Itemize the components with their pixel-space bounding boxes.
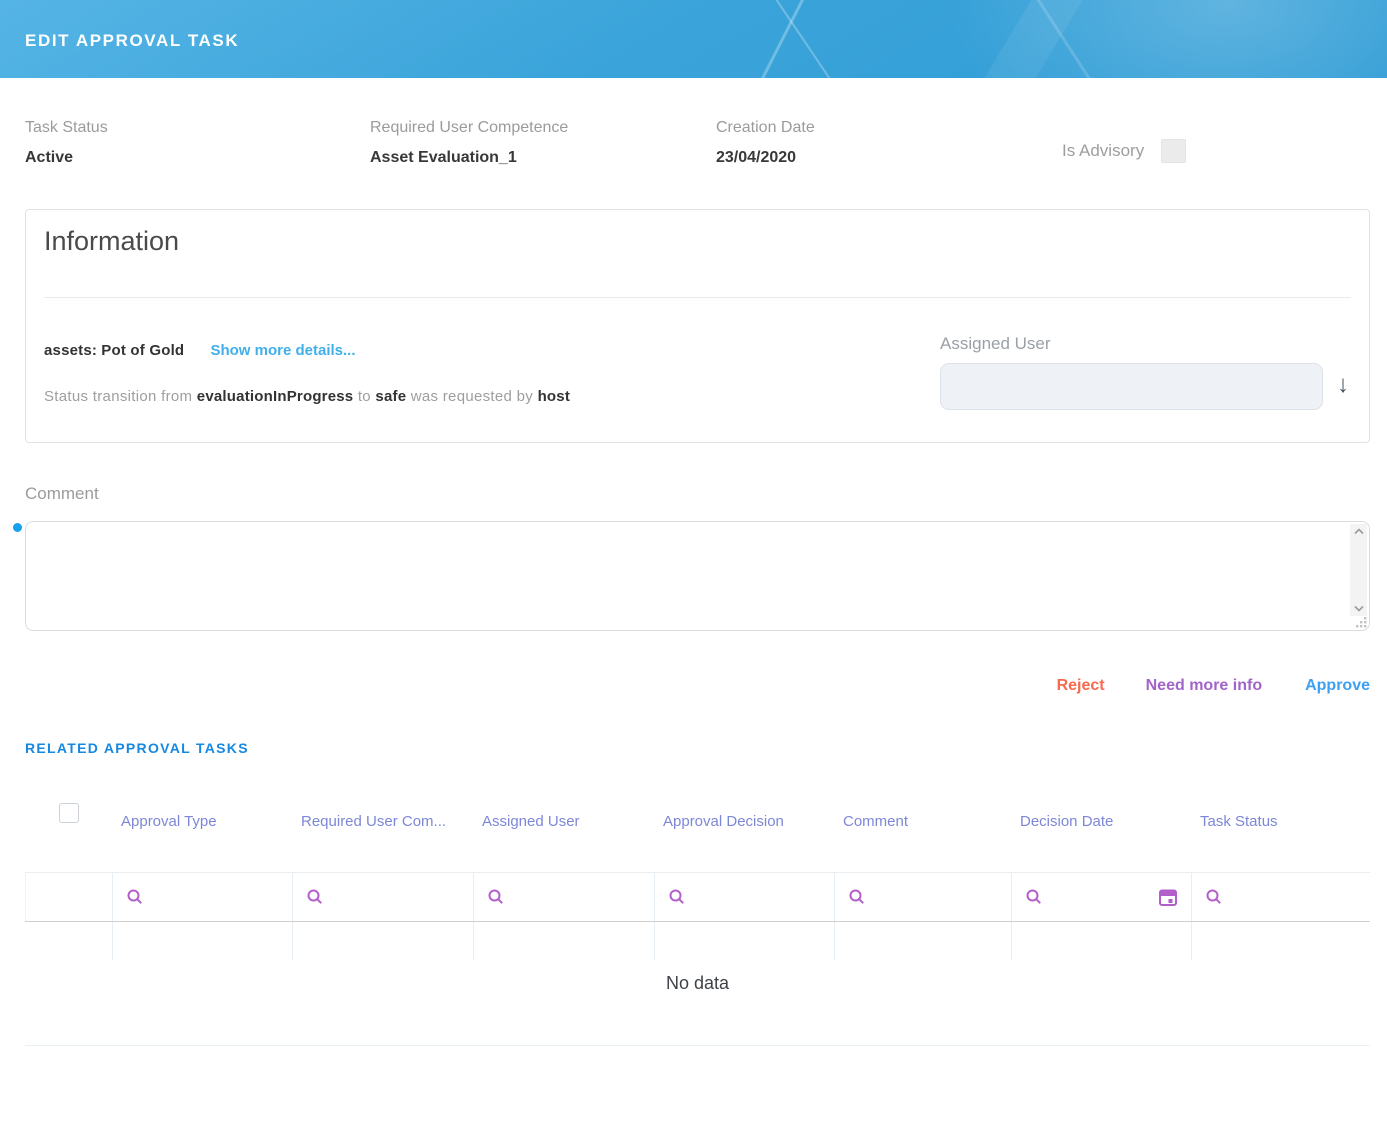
need-more-info-button[interactable]: Need more info bbox=[1146, 677, 1262, 695]
approve-button[interactable]: Approve bbox=[1305, 677, 1370, 695]
assets-value: Pot of Gold bbox=[101, 342, 184, 359]
creation-date-value: 23/04/2020 bbox=[716, 148, 1062, 167]
comment-label: Comment bbox=[25, 484, 99, 504]
transition-part1: Status transition from bbox=[44, 388, 192, 405]
dropdown-arrow-icon[interactable]: ↓ bbox=[1337, 370, 1349, 400]
related-tasks-grid: Approval Type Required User Com... Assig… bbox=[25, 795, 1370, 1046]
column-header-required-user-competence[interactable]: Required User Com... bbox=[292, 795, 473, 872]
information-divider bbox=[44, 297, 1351, 298]
assigned-user-input[interactable] bbox=[940, 363, 1323, 410]
related-approval-tasks-title: RELATED APPROVAL TASKS bbox=[25, 740, 249, 756]
resize-grip-icon[interactable] bbox=[1355, 616, 1367, 628]
comment-textarea[interactable] bbox=[25, 521, 1370, 631]
search-icon bbox=[848, 888, 866, 906]
creation-date-field: Creation Date 23/04/2020 bbox=[716, 118, 1062, 167]
transition-part3: was requested by bbox=[411, 388, 533, 405]
column-divider bbox=[834, 922, 835, 960]
task-status-label: Task Status bbox=[25, 118, 370, 137]
column-divider bbox=[1191, 922, 1192, 960]
title-bar: EDIT APPROVAL TASK bbox=[0, 0, 1387, 78]
page-title: EDIT APPROVAL TASK bbox=[25, 31, 239, 51]
information-panel: Information assets: Pot of Gold Show mor… bbox=[25, 209, 1370, 443]
grid-filter-row bbox=[25, 872, 1370, 922]
assets-line: assets: Pot of Gold Show more details... bbox=[44, 342, 356, 359]
task-status-field: Task Status Active bbox=[25, 118, 370, 167]
validation-dot-indicator bbox=[13, 523, 22, 532]
creation-date-label: Creation Date bbox=[716, 118, 1062, 137]
required-user-competence-field: Required User Competence Asset Evaluatio… bbox=[370, 118, 716, 167]
scroll-down-icon[interactable] bbox=[1353, 605, 1365, 613]
column-divider bbox=[473, 922, 474, 960]
column-header-comment[interactable]: Comment bbox=[834, 795, 1011, 872]
task-meta-row: Task Status Active Required User Compete… bbox=[25, 118, 1370, 167]
column-divider bbox=[654, 922, 655, 960]
action-button-row: Reject Need more info Approve bbox=[1057, 677, 1370, 695]
task-status-value: Active bbox=[25, 148, 370, 167]
show-more-details-link[interactable]: Show more details... bbox=[210, 342, 355, 359]
column-header-decision-date[interactable]: Decision Date bbox=[1011, 795, 1191, 872]
column-divider bbox=[1011, 922, 1012, 960]
column-header-task-status[interactable]: Task Status bbox=[1191, 795, 1370, 872]
no-data-message: No data bbox=[666, 973, 729, 994]
select-all-checkbox[interactable] bbox=[59, 803, 79, 823]
search-icon bbox=[1205, 888, 1223, 906]
is-advisory-checkbox[interactable] bbox=[1161, 139, 1186, 163]
header-streak-decoration bbox=[764, 0, 850, 78]
column-divider bbox=[112, 922, 113, 960]
transition-part2: to bbox=[358, 388, 371, 405]
column-header-approval-type[interactable]: Approval Type bbox=[112, 795, 292, 872]
textarea-scrollbar[interactable] bbox=[1350, 524, 1367, 616]
grid-empty-zone: No data bbox=[25, 922, 1370, 1046]
search-icon bbox=[1025, 888, 1043, 906]
required-user-competence-value: Asset Evaluation_1 bbox=[370, 148, 716, 167]
filter-cell-approval-type[interactable] bbox=[112, 873, 292, 921]
filter-cell-comment[interactable] bbox=[834, 873, 1011, 921]
transition-by-user: host bbox=[538, 388, 570, 405]
filter-cell-task-status[interactable] bbox=[1191, 873, 1370, 921]
scroll-up-icon[interactable] bbox=[1353, 527, 1365, 535]
search-icon bbox=[306, 888, 324, 906]
is-advisory-label: Is Advisory bbox=[1062, 141, 1144, 161]
column-header-approval-decision[interactable]: Approval Decision bbox=[654, 795, 834, 872]
transition-to-state: safe bbox=[375, 388, 406, 405]
grid-header-row: Approval Type Required User Com... Assig… bbox=[25, 795, 1370, 872]
search-icon bbox=[487, 888, 505, 906]
search-icon bbox=[668, 888, 686, 906]
filter-cell-required-user-competence[interactable] bbox=[292, 873, 473, 921]
required-user-competence-label: Required User Competence bbox=[370, 118, 716, 137]
calendar-icon[interactable] bbox=[1158, 887, 1178, 907]
select-all-cell bbox=[25, 795, 112, 872]
information-title: Information bbox=[44, 224, 179, 258]
column-header-assigned-user[interactable]: Assigned User bbox=[473, 795, 654, 872]
status-transition-text: Status transition from evaluationInProgr… bbox=[44, 388, 570, 405]
assigned-user-label: Assigned User bbox=[940, 334, 1323, 354]
assets-label: assets: bbox=[44, 342, 97, 359]
filter-cell-approval-decision[interactable] bbox=[654, 873, 834, 921]
search-icon bbox=[126, 888, 144, 906]
column-divider bbox=[292, 922, 293, 960]
filter-cell-select bbox=[25, 873, 112, 921]
filter-cell-decision-date[interactable] bbox=[1011, 873, 1191, 921]
assigned-user-group: Assigned User ↓ bbox=[940, 334, 1323, 410]
filter-cell-assigned-user[interactable] bbox=[473, 873, 654, 921]
is-advisory-group: Is Advisory bbox=[1062, 134, 1186, 167]
transition-from-state: evaluationInProgress bbox=[197, 388, 354, 405]
reject-button[interactable]: Reject bbox=[1057, 677, 1105, 695]
